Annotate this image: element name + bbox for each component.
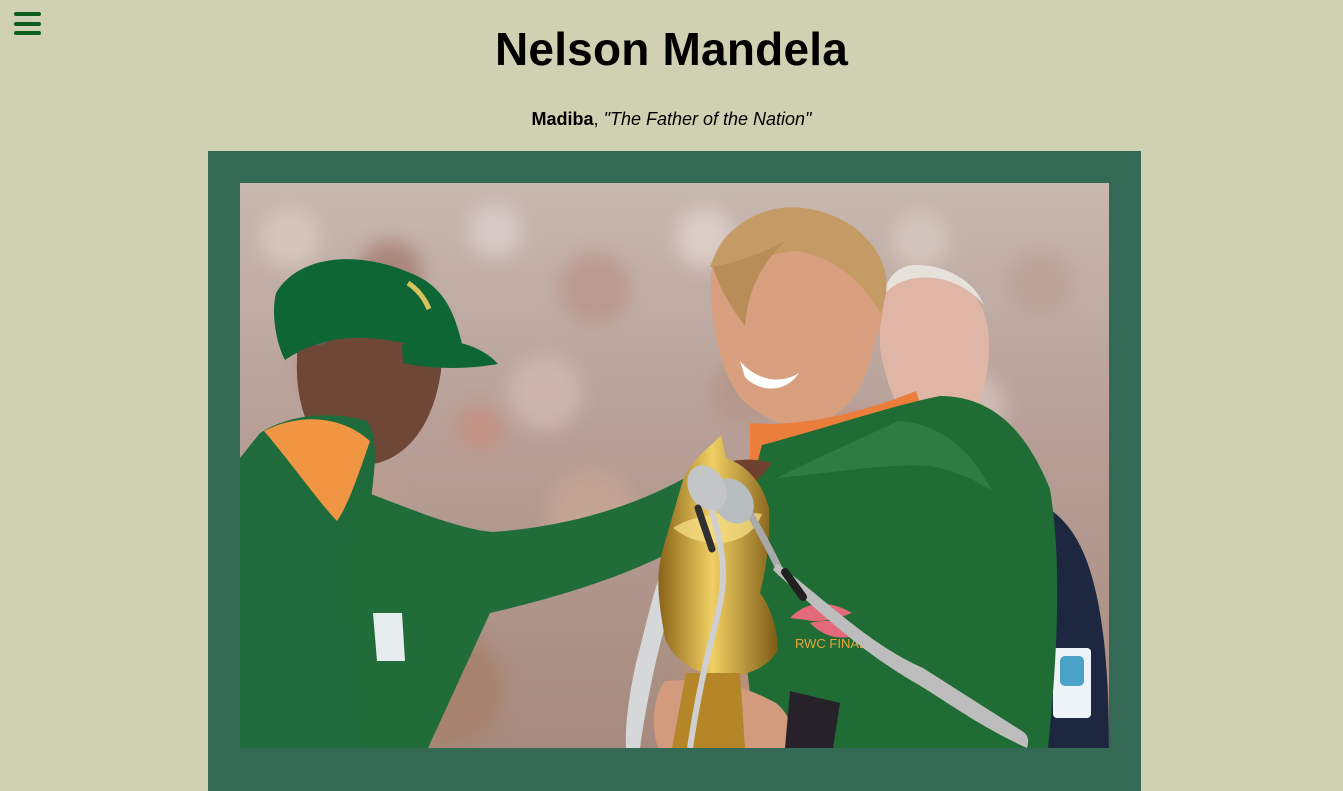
hero-photo: RWC FINAL [240, 183, 1109, 748]
subtitle-separator: , [593, 109, 604, 129]
page-subtitle: Madiba, "The Father of the Nation" [0, 108, 1343, 130]
photo-frame: RWC FINAL [208, 151, 1141, 791]
menu-bar [14, 12, 41, 16]
page-title: Nelson Mandela [495, 23, 848, 75]
nickname: Madiba [531, 109, 594, 129]
nickname-quote: "The Father of the Nation" [603, 109, 812, 129]
